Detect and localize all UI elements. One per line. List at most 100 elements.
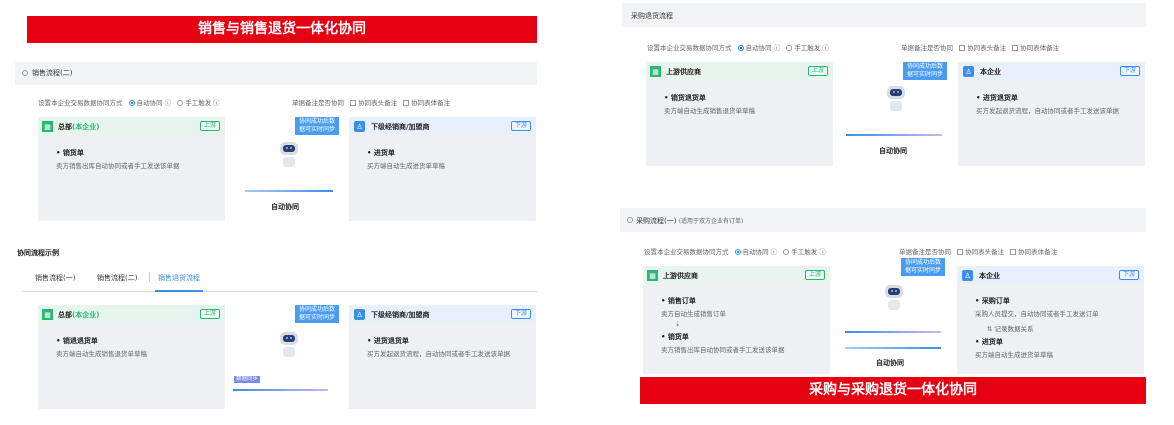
- p1-manual-label: 手工触发: [791, 248, 818, 256]
- user-icon: ♙: [354, 309, 365, 320]
- p1-auto-sync-label: 自动协同: [876, 359, 904, 367]
- p1-left-item1-title: • 销售订单: [661, 297, 696, 305]
- example-left-name: 总部(本企业): [58, 311, 100, 319]
- sales2-panel: [15, 62, 537, 85]
- sales2-auto-sync-label: 自动协同: [271, 203, 299, 211]
- purchase-return-title: 采购退货流程: [631, 12, 673, 20]
- pr-body-remark-check[interactable]: [1012, 45, 1019, 51]
- pr-robot: [884, 86, 908, 122]
- p1-right-link: 记录数据关系: [994, 325, 1034, 333]
- upstream-tag: 上游: [804, 270, 825, 280]
- p1-arrow-left: [845, 331, 941, 333]
- sales2-auto-radio[interactable]: [128, 100, 135, 106]
- sales2-right-name: 下级经销商/加盟商: [371, 123, 430, 131]
- sales2-title: 销售流程(二): [32, 69, 73, 77]
- pr-header-remark-label: 协同表头备注: [967, 44, 1007, 52]
- sales2-right-card: ♙ 下级经销商/加盟商 下游 • 进货单 买方端自动生成进货单草稿: [349, 117, 536, 221]
- downstream-tag: 下游: [1118, 270, 1139, 280]
- building-icon: ▦: [650, 66, 661, 77]
- link-icon: ⇅: [987, 325, 993, 333]
- purchase-banner: 采购与采购退货一体化协同: [640, 377, 1146, 404]
- user-icon: ♙: [962, 270, 973, 281]
- sales2-header-remark-label: 协同表头备注: [358, 99, 398, 107]
- example-right-item-desc: 买方发起退货流程，自动协同或者手工发送该单据: [367, 350, 510, 358]
- example-right-name: 下级经销商/加盟商: [371, 311, 430, 319]
- tab-sales2[interactable]: 销售流程(二): [97, 273, 137, 283]
- pr-left-item-desc: 卖方端自动生成销售退货单草稿: [664, 107, 755, 115]
- sales2-auto-label: 自动协同: [136, 99, 163, 107]
- p1-settings-row: 设置本企业交易数据协同方式 自动协同 ⓘ 手工触发 ⓘ: [644, 248, 826, 256]
- p1-right-item2-desc: 买方端自动生成进货单草稿: [975, 351, 1053, 359]
- p1-left-item2-title: • 销货单: [661, 333, 689, 341]
- sales2-manual-radio[interactable]: [177, 100, 184, 106]
- sales2-left-name: 总部(本企业): [58, 123, 100, 131]
- p1-right-link-row: ⇅ 记录数据关系: [987, 323, 1099, 333]
- example-left-item-desc: 卖方端自动生成销售退货单草稿: [56, 350, 147, 358]
- pr-right-item-title: • 进货退货单: [976, 94, 1018, 102]
- p1-left-item1-desc: 卖方自动生成销售订单: [661, 310, 726, 318]
- sales2-body-remark-label: 协同表体备注: [411, 99, 451, 107]
- example-sync-bubble: 协同成功后数据可实时同步: [295, 305, 339, 323]
- p1-body-remark-check[interactable]: [1010, 249, 1017, 255]
- p1-header-remark-check[interactable]: [957, 249, 964, 255]
- pr-left-name: 上游供应商: [666, 68, 701, 76]
- example-left-card: ▦ 总部(本企业) 上游 • 销退退货单 卖方端自动生成销售退货单草稿: [38, 305, 225, 409]
- sales2-right-item-desc: 买方端自动生成进货单草稿: [367, 162, 445, 170]
- sales2-header-remark-check[interactable]: [350, 100, 357, 106]
- building-icon: ▦: [647, 270, 658, 281]
- pr-body-remark-label: 协同表体备注: [1020, 44, 1060, 52]
- sales2-right-item-title: • 进货单: [367, 149, 395, 157]
- p1-right-card: ♙ 本企业 下游 • 采购订单 采购人员提交，自动协同或者手工发送订单 ⇅ 记录…: [957, 266, 1144, 374]
- example-section-title: 协同流程示例: [17, 249, 59, 257]
- building-icon: ▦: [42, 121, 53, 132]
- pr-right-item-desc: 买方发起退货流程，自动协同或者手工发送该单据: [976, 107, 1119, 115]
- pr-auto-radio[interactable]: [737, 45, 744, 51]
- pr-remark-label: 单据备注是否协同: [901, 44, 953, 52]
- pr-arrow-left: [846, 134, 942, 136]
- p1-remark-row: 单据备注是否协同 协同表头备注 协同表体备注: [899, 246, 1057, 256]
- p1-left-card: ▦ 上游供应商 上游 • 销售订单 卖方自动生成销售订单 ⇣ • 销货单 卖方销…: [643, 266, 830, 374]
- p1-right-item2-title: • 进货单: [975, 338, 1003, 346]
- tab-active-underline: [155, 290, 203, 292]
- p1-header-remark-label: 协同表头备注: [965, 248, 1005, 256]
- example-left-item-title: • 销退退货单: [56, 337, 98, 345]
- pr-header-remark-check[interactable]: [959, 45, 966, 51]
- p1-auto-radio[interactable]: [734, 249, 741, 255]
- purchase1-title: 采购流程(一) (适用于双方企业有订单): [636, 217, 744, 225]
- sales2-left-card: ▦ 总部(本企业) 上游 • 销货单 卖方销售出库自动协同或者手工发送该单据: [38, 117, 225, 221]
- p1-manual-radio[interactable]: [783, 249, 790, 255]
- user-icon: ♙: [354, 121, 365, 132]
- sales2-remark-label: 单据备注是否协同: [292, 99, 344, 107]
- downstream-tag: 下游: [510, 121, 531, 131]
- down-arrow-icon: ⇣: [675, 320, 681, 328]
- sales2-settings-label: 设置本企业交易数据协同方式: [38, 99, 123, 107]
- p1-remark-label: 单据备注是否协同: [899, 248, 951, 256]
- sales2-radio[interactable]: [22, 70, 28, 76]
- upstream-tag: 上游: [199, 121, 220, 131]
- pr-sync-bubble: 协同成功后数据可实时同步: [903, 62, 947, 80]
- pr-manual-radio[interactable]: [786, 45, 793, 51]
- pr-left-item-title: • 销货退货单: [664, 94, 706, 102]
- sales2-left-item-title: • 销货单: [56, 149, 84, 157]
- downstream-tag: 下游: [1119, 66, 1140, 76]
- p1-robot: [882, 285, 906, 321]
- pr-right-card: ♙ 本企业 下游 • 进货退货单 买方发起退货流程，自动协同或者手工发送该单据: [958, 62, 1145, 166]
- sales2-left-item-desc: 卖方销售出库自动协同或者手工发送该单据: [56, 162, 180, 170]
- downstream-tag: 下游: [510, 309, 531, 319]
- pr-settings-label: 设置本企业交易数据协同方式: [647, 44, 732, 52]
- upstream-tag: 上游: [807, 66, 828, 76]
- example-right-item-title: • 进货退货单: [367, 337, 409, 345]
- tab-sales1[interactable]: 销售流程(一): [35, 273, 75, 283]
- purchase1-radio[interactable]: [627, 217, 633, 223]
- pr-manual-label: 手工触发: [794, 44, 821, 52]
- example-arrow-left: [233, 389, 328, 391]
- tab-bar-line: [22, 291, 537, 292]
- user-icon: ♙: [963, 66, 974, 77]
- sales2-body-remark-check[interactable]: [403, 100, 410, 106]
- pr-remark-row: 单据备注是否协同 协同表头备注 协同表体备注: [901, 42, 1059, 52]
- tab-sales-return[interactable]: 销售退货流程: [158, 273, 200, 283]
- p1-left-item2-desc: 卖方销售出库自动协同或者手工发送该单据: [661, 346, 785, 354]
- p1-body-remark-label: 协同表体备注: [1018, 248, 1058, 256]
- sales2-robot: [277, 142, 301, 178]
- upstream-tag: 上游: [199, 309, 220, 319]
